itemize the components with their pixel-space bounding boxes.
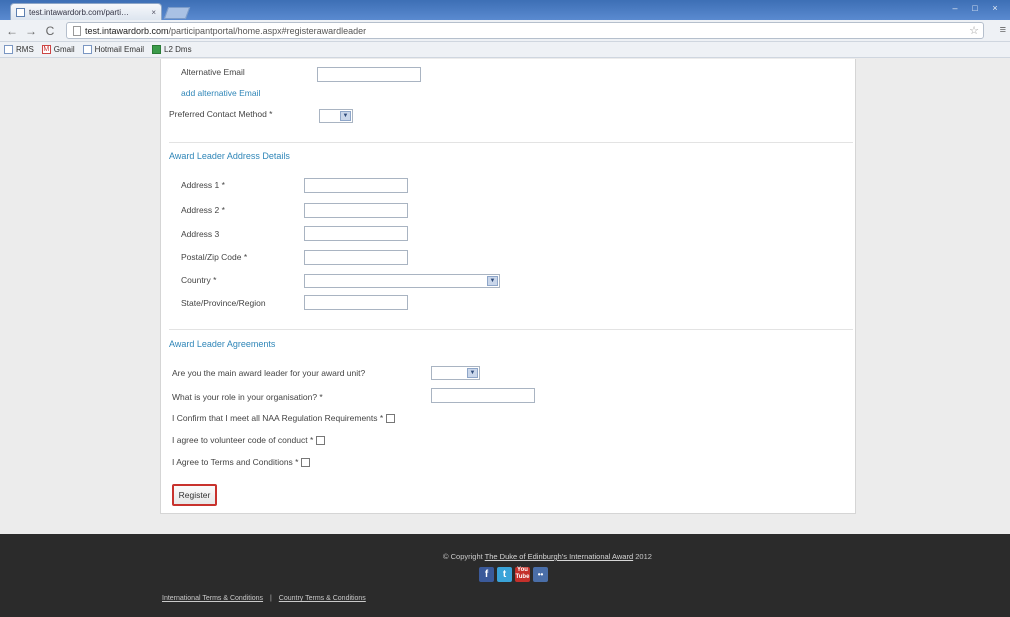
- chevron-down-icon: ▼: [467, 368, 478, 378]
- naa-row: I Confirm that I meet all NAA Regulation…: [172, 413, 396, 423]
- terms-row: I Agree to Terms and Conditions *: [172, 457, 311, 467]
- alt-email-label: Alternative Email: [181, 67, 245, 77]
- chevron-down-icon: ▼: [487, 276, 498, 286]
- alt-email-input[interactable]: [317, 67, 421, 82]
- preferred-contact-row: Preferred Contact Method *: [169, 109, 272, 119]
- main-leader-label: Are you the main award leader for your a…: [172, 368, 366, 378]
- volunteer-row: I agree to volunteer code of conduct *: [172, 435, 326, 445]
- bookmark-hotmail[interactable]: Hotmail Email: [82, 45, 144, 54]
- state-row: State/Province/Region: [181, 298, 266, 308]
- tab-close-icon[interactable]: ×: [151, 8, 156, 17]
- register-button[interactable]: Register: [172, 484, 217, 506]
- browser-tab[interactable]: test.intawardorb.com/parti… ×: [10, 3, 162, 20]
- country-select[interactable]: ▼: [304, 274, 500, 288]
- wrench-menu-icon[interactable]: ≡: [1000, 24, 1006, 36]
- section-divider: [169, 329, 853, 330]
- green-square-icon: [152, 45, 162, 54]
- role-label: What is your role in your organisation? …: [172, 392, 323, 402]
- chevron-down-icon: ▼: [340, 111, 351, 121]
- address2-row: Address 2 *: [181, 205, 225, 215]
- facebook-icon[interactable]: f: [479, 567, 494, 582]
- copyright-text: © Copyright The Duke of Edinburgh's Inte…: [443, 552, 652, 561]
- bookmarks-bar: RMS M Gmail Hotmail Email L2 Dms: [0, 42, 1010, 58]
- bookmark-star-icon[interactable]: ☆: [969, 24, 979, 37]
- preferred-contact-label: Preferred Contact Method *: [169, 109, 273, 119]
- volunteer-label: I agree to volunteer code of conduct *: [172, 435, 314, 445]
- main-leader-select[interactable]: ▼: [431, 366, 480, 380]
- copyright-org-link[interactable]: The Duke of Edinburgh's International Aw…: [485, 552, 633, 561]
- agreements-section-title: Award Leader Agreements: [169, 339, 276, 349]
- address2-input[interactable]: [304, 203, 408, 218]
- page-icon: [73, 25, 81, 36]
- terms-checkbox[interactable]: [301, 457, 311, 467]
- tab-title: test.intawardorb.com/parti…: [29, 7, 130, 17]
- youtube-icon[interactable]: You Tube: [515, 567, 530, 582]
- postal-label: Postal/Zip Code *: [181, 252, 248, 262]
- address-section-title: Award Leader Address Details: [169, 151, 290, 161]
- address3-input[interactable]: [304, 226, 408, 241]
- address2-label: Address 2 *: [181, 205, 225, 215]
- twitter-icon[interactable]: t: [497, 567, 512, 582]
- bookmark-gmail[interactable]: M Gmail: [41, 45, 75, 54]
- back-arrow-icon[interactable]: ←: [6, 24, 18, 38]
- browser-toolbar: ← → C test.intawardorb.com/participantpo…: [0, 20, 1010, 42]
- page-background: Alternative Email add alternative Email …: [0, 59, 1010, 534]
- browser-titlebar: test.intawardorb.com/parti… × – □ ×: [0, 0, 1010, 20]
- bookmark-l2-dms[interactable]: L2 Dms: [152, 45, 192, 54]
- state-label: State/Province/Region: [181, 298, 266, 308]
- close-window-icon[interactable]: ×: [986, 2, 1004, 14]
- minimize-icon[interactable]: –: [946, 2, 964, 14]
- preferred-contact-select[interactable]: ▼: [319, 109, 353, 123]
- state-input[interactable]: [304, 295, 408, 310]
- address3-label: Address 3: [181, 229, 220, 239]
- window-controls: – □ ×: [946, 2, 1004, 14]
- footer-link-separator: |: [270, 595, 272, 602]
- registration-form: Alternative Email add alternative Email …: [160, 59, 856, 514]
- naa-checkbox[interactable]: [386, 413, 396, 423]
- bookmark-page-icon: [82, 45, 92, 54]
- new-tab-button[interactable]: [163, 7, 191, 19]
- social-links: f t You Tube ••: [479, 567, 548, 582]
- international-terms-link[interactable]: International Terms & Conditions: [162, 595, 263, 602]
- main-leader-row: Are you the main award leader for your a…: [172, 368, 365, 378]
- role-row: What is your role in your organisation? …: [172, 392, 323, 402]
- role-input[interactable]: [431, 388, 535, 403]
- reload-icon[interactable]: C: [44, 24, 56, 38]
- gmail-icon: M: [41, 45, 51, 54]
- add-alt-email-row: add alternative Email: [181, 88, 260, 98]
- footer-links: International Terms & Conditions | Count…: [162, 595, 366, 602]
- flickr-icon[interactable]: ••: [533, 567, 548, 582]
- postal-input[interactable]: [304, 250, 408, 265]
- forward-arrow-icon[interactable]: →: [25, 24, 37, 38]
- country-label: Country *: [181, 275, 217, 285]
- site-footer: © Copyright The Duke of Edinburgh's Inte…: [0, 534, 1010, 617]
- alt-email-row: Alternative Email: [181, 67, 245, 77]
- address1-input[interactable]: [304, 178, 408, 193]
- page-favicon-icon: [16, 7, 25, 17]
- bookmark-rms[interactable]: RMS: [4, 45, 34, 54]
- add-alt-email-link[interactable]: add alternative Email: [181, 88, 260, 98]
- volunteer-checkbox[interactable]: [316, 435, 326, 445]
- country-terms-link[interactable]: Country Terms & Conditions: [279, 595, 366, 602]
- address1-row: Address 1 *: [181, 180, 225, 190]
- postal-row: Postal/Zip Code *: [181, 252, 247, 262]
- url-text[interactable]: test.intawardorb.com/participantportal/h…: [85, 26, 366, 36]
- section-divider: [169, 142, 853, 143]
- naa-label: I Confirm that I meet all NAA Regulation…: [172, 413, 384, 423]
- terms-label: I Agree to Terms and Conditions *: [172, 457, 299, 467]
- bookmark-page-icon: [4, 45, 13, 54]
- address1-label: Address 1 *: [181, 180, 225, 190]
- address-section-header: Award Leader Address Details: [169, 151, 290, 161]
- agreements-section-header: Award Leader Agreements: [169, 339, 275, 349]
- country-row: Country *: [181, 275, 216, 285]
- address-bar[interactable]: test.intawardorb.com/participantportal/h…: [66, 22, 984, 39]
- maximize-icon[interactable]: □: [966, 2, 984, 14]
- address3-row: Address 3: [181, 229, 219, 239]
